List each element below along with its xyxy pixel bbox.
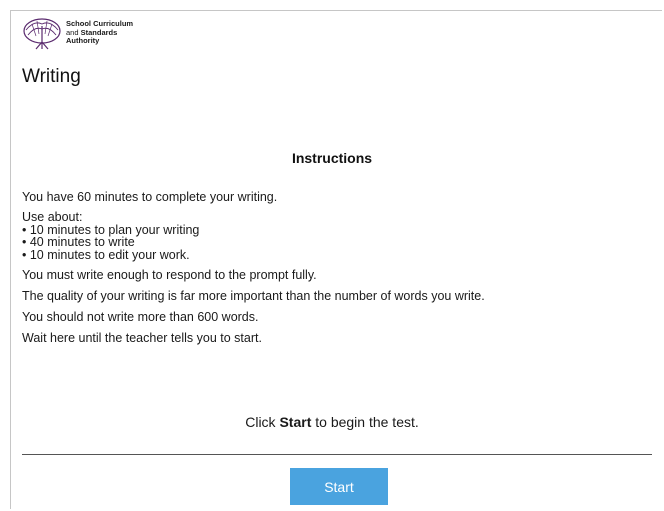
divider xyxy=(22,454,652,455)
word-limit-text: You should not write more than 600 words… xyxy=(22,310,259,324)
instructions-heading: Instructions xyxy=(291,150,373,166)
logo-wordmark: School Curriculum and Standards Authorit… xyxy=(66,19,133,46)
time-allowed-text: You have 60 minutes to complete your wri… xyxy=(22,190,278,204)
start-prompt-bold: Start xyxy=(279,414,312,430)
start-button[interactable]: Start xyxy=(290,468,388,505)
tree-emblem-icon xyxy=(23,18,61,50)
start-prompt-after: to begin the test. xyxy=(311,414,419,430)
start-prompt: Click Start to begin the test. xyxy=(0,414,664,430)
logo-line-3: Authority xyxy=(66,36,100,45)
wait-text: Wait here until the teacher tells you to… xyxy=(22,331,262,345)
start-prompt-before: Click xyxy=(245,414,280,430)
use-about-label: Use about: xyxy=(22,210,83,224)
quality-text: The quality of your writing is far more … xyxy=(22,289,485,303)
instructions-body: You have 60 minutes to complete your wri… xyxy=(22,190,642,352)
bullet-edit: • 10 minutes to edit your work. xyxy=(22,247,190,262)
page-title: Writing xyxy=(22,66,81,87)
bullet-write: • 40 minutes to write xyxy=(22,235,135,249)
respond-fully-text: You must write enough to respond to the … xyxy=(22,268,317,282)
scsa-logo: School Curriculum and Standards Authorit… xyxy=(22,16,133,52)
time-breakdown: Use about: • 10 minutes to plan your wri… xyxy=(22,211,642,261)
